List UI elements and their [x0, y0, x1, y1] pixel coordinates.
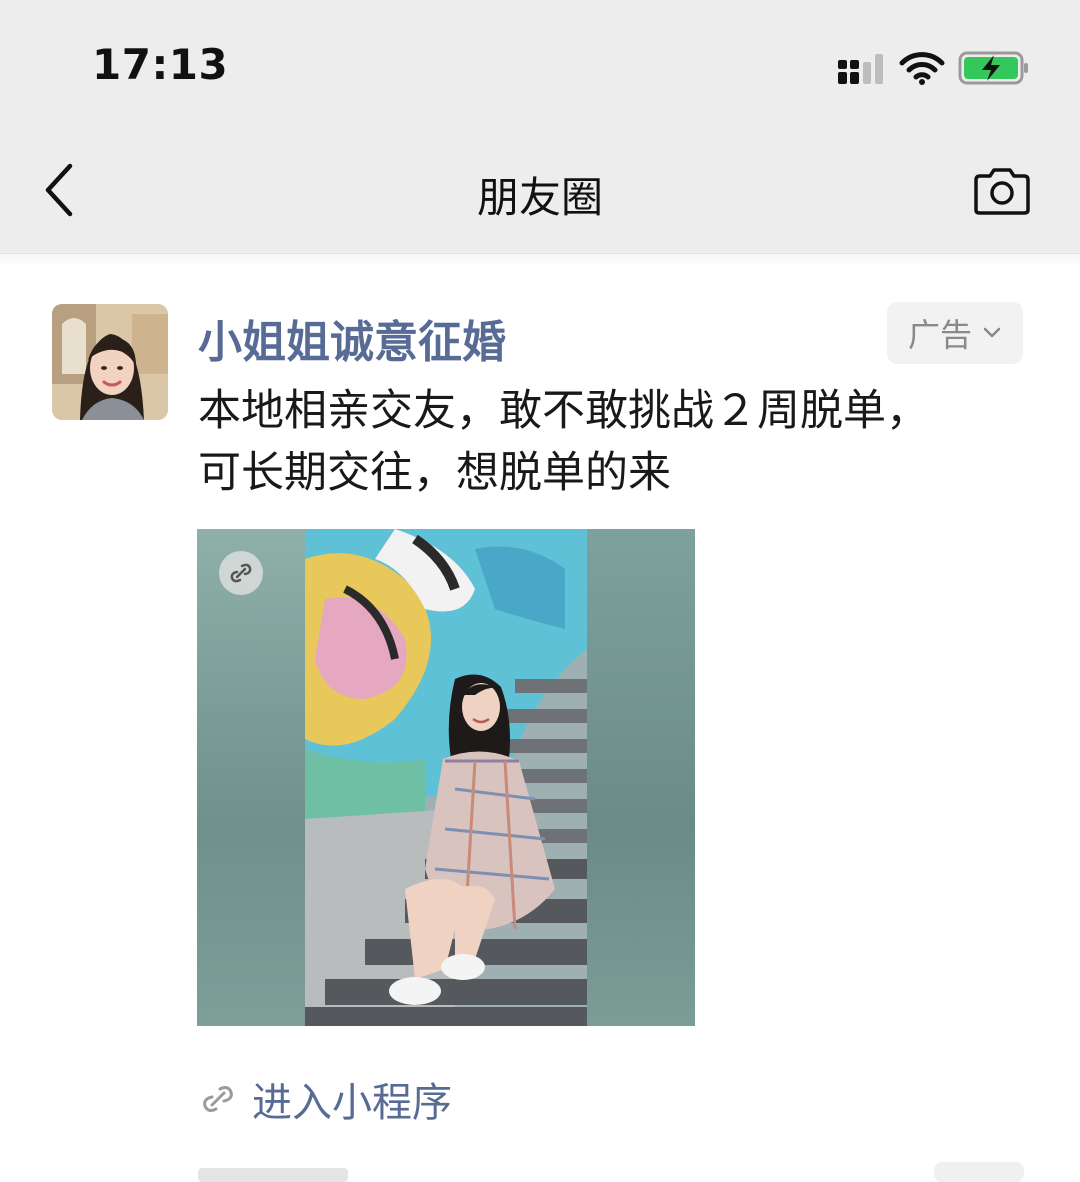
- page-title: 朋友圈: [476, 173, 603, 222]
- camera-icon[interactable]: [972, 166, 1032, 216]
- image-blur-right: [587, 529, 695, 1026]
- post-image[interactable]: [197, 529, 695, 1026]
- next-post-preview: [198, 1168, 348, 1182]
- next-post-preview-tag: [934, 1162, 1024, 1182]
- wifi-icon: [899, 52, 945, 85]
- mini-program-icon: [203, 1086, 233, 1112]
- top-bar: 17:13 朋友圈: [0, 0, 1080, 253]
- ad-label: 广告: [907, 316, 972, 354]
- photo-woman-on-stairs: [305, 529, 587, 1026]
- ad-tag[interactable]: 广告: [887, 302, 1023, 364]
- post-text-line: 可长期交往，想脱单的来: [198, 448, 671, 498]
- status-time: 17:13: [92, 40, 229, 89]
- post-author-name[interactable]: 小姐姐诚意征婚: [198, 306, 506, 370]
- chevron-down-icon: [983, 327, 1001, 338]
- avatar[interactable]: [52, 304, 168, 420]
- battery-charging-icon: [958, 51, 1028, 85]
- image-blur-left: [197, 529, 305, 1026]
- cellular-signal-icon: [838, 54, 883, 84]
- post-text: 本地相亲交友，敢不敢挑战２周脱单， 可长期交往，想脱单的来: [198, 380, 998, 504]
- mini-program-link-icon: [219, 551, 263, 595]
- divider: [0, 253, 1080, 268]
- enter-mini-program-link[interactable]: 进入小程序: [200, 1070, 452, 1128]
- enter-mini-program-label: 进入小程序: [252, 1080, 452, 1126]
- post-text-line: 本地相亲交友，敢不敢挑战２周脱单，: [198, 386, 929, 436]
